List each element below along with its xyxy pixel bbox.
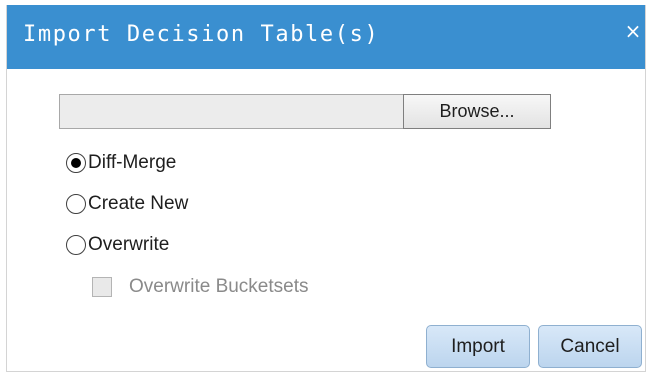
radio-button[interactable] (66, 194, 86, 214)
overwrite-bucketsets-option: Overwrite Bucketsets (92, 275, 309, 299)
file-chooser: Browse... (59, 94, 556, 129)
radio-overwrite[interactable]: Overwrite (66, 232, 169, 258)
import-decision-table-dialog: Import Decision Table(s) × Browse... Dif… (6, 5, 646, 372)
radio-label-diff-merge: Diff-Merge (88, 152, 177, 173)
radio-label-create-new: Create New (88, 193, 189, 214)
close-icon[interactable]: × (623, 19, 643, 43)
radio-label-overwrite: Overwrite (88, 234, 170, 255)
dialog-title: Import Decision Table(s) (23, 22, 380, 47)
dialog-titlebar[interactable]: Import Decision Table(s) × (7, 5, 645, 69)
import-button[interactable]: Import (426, 325, 530, 368)
browse-button[interactable]: Browse... (403, 94, 551, 129)
radio-button[interactable] (66, 235, 86, 255)
file-path-field[interactable] (59, 94, 404, 129)
overwrite-bucketsets-label: Overwrite Bucketsets (129, 276, 309, 297)
radio-diff-merge[interactable]: Diff-Merge (66, 150, 176, 176)
overwrite-bucketsets-checkbox (92, 277, 112, 297)
radio-create-new[interactable]: Create New (66, 191, 188, 217)
radio-button-checked[interactable] (66, 153, 86, 173)
cancel-button[interactable]: Cancel (538, 325, 642, 368)
